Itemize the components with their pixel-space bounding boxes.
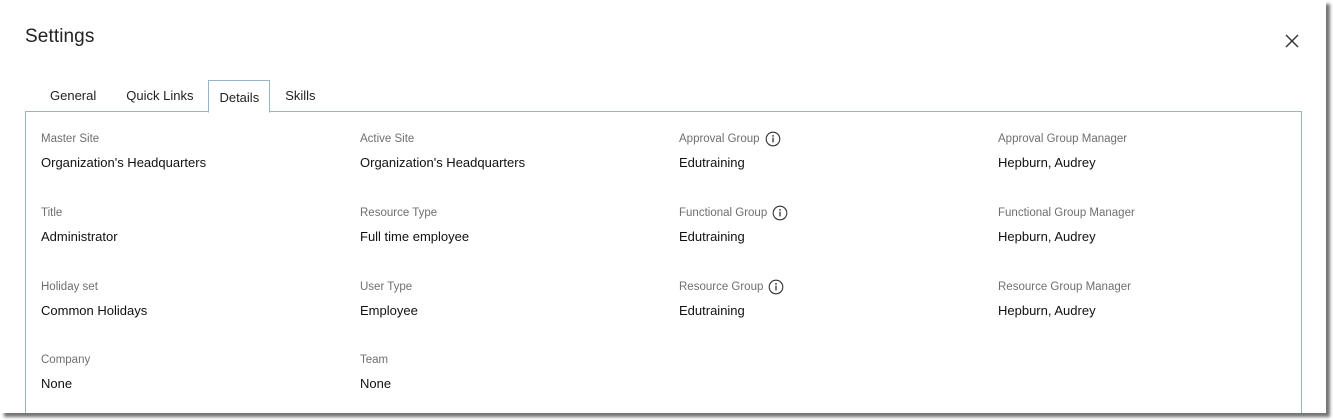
approval-group-label: Approval Group	[679, 133, 760, 145]
resource-group-manager-value: Hepburn, Audrey	[998, 303, 1096, 318]
team-value: None	[360, 376, 392, 391]
close-icon	[1285, 34, 1299, 48]
user-type-field: User Type Employee	[360, 279, 418, 321]
functional-group-manager-label: Functional Group Manager	[998, 207, 1135, 219]
approval-group-manager-field: Approval Group Manager Hepburn, Audrey	[998, 131, 1127, 173]
functional-group-field: Functional Group Edutraining	[679, 205, 788, 247]
resource-type-value: Full time employee	[360, 229, 470, 244]
resource-type-label: Resource Type	[360, 207, 438, 219]
resource-group-value: Edutraining	[679, 303, 745, 318]
holiday-set-label: Holiday set	[41, 281, 98, 293]
resource-group-label: Resource Group	[679, 281, 764, 293]
resource-group-manager-field: Resource Group Manager Hepburn, Audrey	[998, 279, 1131, 321]
info-icon[interactable]	[765, 131, 781, 147]
active-site-field: Active Site Organization's Headquarters	[360, 131, 525, 173]
company-label: Company	[41, 354, 91, 366]
functional-group-manager-field: Functional Group Manager Hepburn, Audrey	[998, 205, 1135, 247]
tab-details[interactable]: Details	[208, 80, 271, 113]
holiday-set-value: Common Holidays	[41, 303, 148, 318]
close-button[interactable]	[1281, 30, 1303, 52]
company-field: Company None	[41, 352, 90, 394]
functional-group-label: Functional Group	[679, 207, 768, 219]
approval-group-value: Edutraining	[679, 155, 745, 170]
title-label: Title	[41, 207, 63, 219]
resource-group-field: Resource Group Edutraining	[679, 279, 784, 321]
title-value: Administrator	[41, 229, 118, 244]
approval-group-manager-value: Hepburn, Audrey	[998, 155, 1096, 170]
tab-skills[interactable]: Skills	[270, 80, 330, 111]
functional-group-manager-value: Hepburn, Audrey	[998, 229, 1096, 244]
title-field: Title Administrator	[41, 205, 118, 247]
approval-group-manager-label: Approval Group Manager	[998, 133, 1128, 145]
functional-group-value: Edutraining	[679, 229, 745, 244]
approval-group-field: Approval Group Edutraining	[679, 131, 781, 173]
team-label: Team	[360, 354, 389, 366]
active-site-label: Active Site	[360, 133, 415, 145]
settings-dialog: Settings General Quick Links Details Ski…	[0, 0, 1326, 413]
tab-general[interactable]: General	[35, 80, 111, 111]
info-icon[interactable]	[772, 205, 788, 221]
team-field: Team None	[360, 352, 391, 394]
holiday-set-field: Holiday set Common Holidays	[41, 279, 147, 321]
company-value: None	[41, 376, 73, 391]
resource-type-field: Resource Type Full time employee	[360, 205, 469, 247]
master-site-field: Master Site Organization's Headquarters	[41, 131, 206, 173]
user-type-value: Employee	[360, 303, 418, 318]
master-site-label: Master Site	[41, 133, 100, 145]
details-panel: Master Site Organization's Headquarters …	[25, 111, 1302, 413]
tab-quick-links[interactable]: Quick Links	[111, 80, 208, 111]
info-icon[interactable]	[768, 279, 784, 295]
user-type-label: User Type	[360, 281, 413, 293]
master-site-value: Organization's Headquarters	[41, 155, 207, 170]
resource-group-manager-label: Resource Group Manager	[998, 281, 1131, 293]
tab-bar: General Quick Links Details Skills	[35, 80, 331, 113]
dialog-title: Settings	[25, 26, 95, 47]
active-site-value: Organization's Headquarters	[360, 155, 526, 170]
